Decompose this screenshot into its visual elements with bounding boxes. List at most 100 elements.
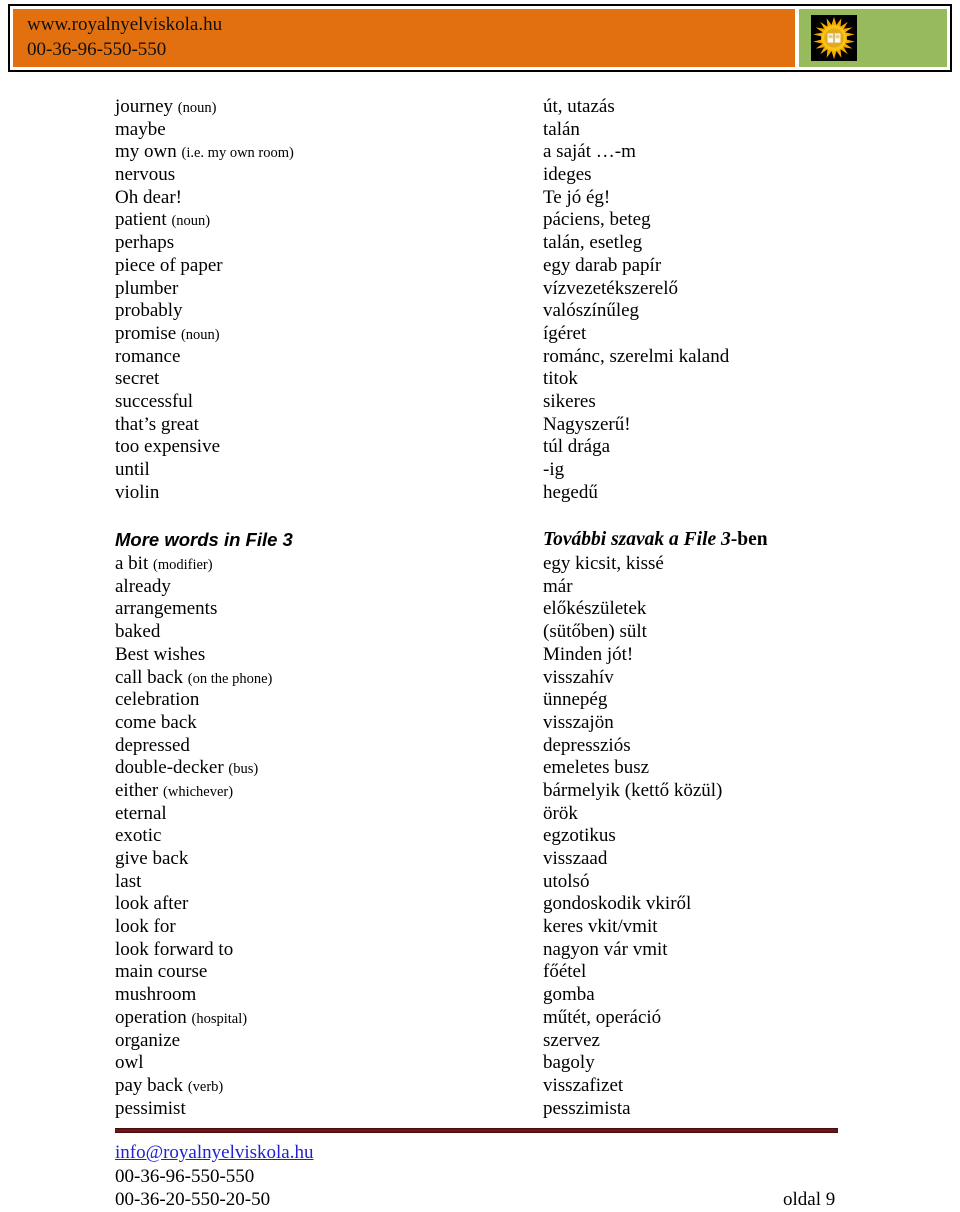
vocabulary-term-hungarian: túl drága — [543, 436, 611, 458]
vocabulary-term-english: arrangements — [115, 598, 217, 621]
vocabulary-term-english: already — [115, 576, 171, 599]
footer-phone-secondary: 00-36-20-550-20-50 — [115, 1189, 271, 1210]
vocabulary-row: journey (noun) út, utazás — [0, 96, 960, 119]
vocabulary-term-english-text: last — [115, 870, 142, 892]
vocabulary-term-hungarian: titok — [543, 368, 578, 390]
vocabulary-term-english: a bit (modifier) — [115, 553, 213, 577]
vocabulary-term-hungarian: már — [543, 575, 573, 597]
vocabulary-row: look for keres vkit/vmit — [0, 916, 960, 939]
vocabulary-row: successful sikeres — [0, 391, 960, 414]
vocabulary-term-english-text: owl — [115, 1052, 144, 1074]
vocabulary-term-english: main course — [115, 961, 207, 984]
vocabulary-term-english-text: already — [115, 575, 171, 597]
vocabulary-term-hungarian: bagoly — [543, 1052, 595, 1074]
vocabulary-term-english-text: pay back — [115, 1074, 184, 1096]
vocabulary-term-english: patient (noun) — [115, 209, 210, 233]
vocabulary-term-english-text: Best wishes — [115, 643, 206, 665]
vocabulary-term-annotation: (noun) — [180, 326, 220, 343]
vocabulary-row: romance románc, szerelmi kaland — [0, 346, 960, 369]
vocabulary-row: my own (i.e. my own room) a saját …-m — [0, 141, 960, 164]
vocabulary-term-hungarian: bármelyik (kettő közül) — [543, 779, 723, 801]
section-heading-hungarian-main: További szavak a File 3 — [543, 529, 731, 551]
vocabulary-term-hungarian: Minden jót! — [543, 643, 634, 665]
vocabulary-term-hungarian: Te jó ég! — [543, 186, 611, 208]
vocabulary-term-english: until — [115, 459, 150, 482]
vocabulary-term-hungarian: románc, szerelmi kaland — [543, 345, 730, 367]
vocabulary-term-hungarian: egy darab papír — [543, 254, 662, 276]
vocabulary-term-english: double-decker (bus) — [115, 757, 258, 781]
vocabulary-term-english: look after — [115, 893, 188, 916]
vocabulary-term-annotation: (hospital) — [191, 1010, 248, 1027]
vocabulary-term-annotation: (noun) — [171, 213, 211, 230]
sun-book-logo-icon — [811, 15, 857, 61]
vocabulary-term-hungarian: hegedű — [543, 481, 598, 503]
vocabulary-row: organize szervez — [0, 1030, 960, 1053]
vocabulary-term-hungarian: depressziós — [543, 734, 631, 756]
vocabulary-term-english: my own (i.e. my own room) — [115, 141, 294, 165]
vocabulary-row: main course főétel — [0, 961, 960, 984]
vocabulary-term-english-text: journey — [115, 96, 174, 117]
vocabulary-term-english: successful — [115, 391, 193, 414]
section-heading-english: More words in File 3 — [115, 529, 293, 551]
vocabulary-term-english-text: come back — [115, 711, 197, 733]
vocabulary-term-english-text: secret — [115, 368, 160, 390]
vocabulary-term-english: look for — [115, 916, 176, 939]
vocabulary-row: baked (sütőben) sült — [0, 621, 960, 644]
header-contact-panel: www.royalnyelviskola.hu 00-36-96-550-550 — [13, 9, 795, 67]
vocabulary-term-english-text: eternal — [115, 802, 167, 824]
vocabulary-row: too expensive túl drága — [0, 436, 960, 459]
footer-email-link[interactable]: info@royalnyelviskola.hu — [115, 1141, 314, 1165]
page-footer: info@royalnyelviskola.hu 00-36-96-550-55… — [0, 1122, 960, 1210]
vocabulary-term-english: eternal — [115, 803, 167, 826]
vocabulary-term-english-text: arrangements — [115, 598, 218, 620]
vocabulary-term-hungarian: valószínűleg — [543, 300, 640, 322]
vocabulary-term-english-text: either — [115, 779, 159, 801]
vocabulary-term-english-text: until — [115, 459, 150, 480]
vocabulary-row: Best wishes Minden jót! — [0, 644, 960, 667]
vocabulary-term-hungarian: visszaad — [543, 848, 608, 869]
vocabulary-row: probably valószínűleg — [0, 300, 960, 323]
header-website: www.royalnyelviskola.hu — [27, 14, 223, 35]
vocabulary-term-hungarian: talán, esetleg — [543, 232, 643, 254]
vocabulary-row: piece of paper egy darab papír — [0, 255, 960, 278]
vocabulary-term-annotation: (noun) — [177, 100, 217, 116]
vocabulary-term-hungarian: ígéret — [543, 322, 587, 344]
vocabulary-term-english-text: maybe — [115, 118, 166, 140]
vocabulary-row: look forward to nagyon vár vmit — [0, 939, 960, 962]
header-phone: 00-36-96-550-550 — [27, 39, 167, 60]
vocabulary-term-english-text: a bit — [115, 553, 149, 575]
vocabulary-term-english-text: look forward to — [115, 938, 234, 960]
vocabulary-term-hungarian: (sütőben) sült — [543, 621, 647, 643]
vocabulary-term-hungarian: előkészületek — [543, 598, 647, 620]
vocabulary-row: perhaps talán, esetleg — [0, 232, 960, 255]
vocabulary-term-hungarian: vízvezetékszerelő — [543, 277, 679, 299]
vocabulary-term-hungarian: gondoskodik vkiről — [543, 893, 692, 915]
vocabulary-term-hungarian: egy kicsit, kissé — [543, 553, 664, 575]
vocabulary-term-english: either (whichever) — [115, 780, 233, 804]
vocabulary-row: eternal örök — [0, 803, 960, 826]
vocabulary-term-hungarian: visszafizet — [543, 1074, 624, 1096]
vocabulary-term-english: Best wishes — [115, 644, 205, 667]
vocabulary-term-english: look forward to — [115, 939, 233, 962]
vocabulary-term-annotation: (whichever) — [163, 783, 234, 800]
vocabulary-term-hungarian: visszajön — [543, 711, 614, 733]
vocabulary-term-hungarian: nagyon vár vmit — [543, 938, 668, 960]
vocabulary-term-english-text: romance — [115, 345, 181, 367]
vocabulary-term-english: promise (noun) — [115, 323, 220, 347]
vocabulary-row: maybe talán — [0, 119, 960, 142]
vocabulary-term-english-text: give back — [115, 848, 189, 869]
vocabulary-term-english-text: too expensive — [115, 436, 221, 458]
vocabulary-term-english-text: look for — [115, 916, 176, 938]
vocabulary-term-hungarian: utolsó — [543, 870, 590, 892]
vocabulary-term-hungarian: műtét, operáció — [543, 1006, 662, 1028]
vocabulary-term-english: last — [115, 871, 141, 894]
vocabulary-row: promise (noun) ígéret — [0, 323, 960, 346]
vocabulary-term-english-text: exotic — [115, 825, 162, 847]
vocabulary-row: owl bagoly — [0, 1052, 960, 1075]
vocabulary-term-english-text: depressed — [115, 734, 190, 756]
vocabulary-term-english: plumber — [115, 278, 178, 301]
vocabulary-term-hungarian: sikeres — [543, 390, 596, 412]
vocabulary-term-hungarian: keres vkit/vmit — [543, 916, 658, 938]
vocabulary-term-english-text: nervous — [115, 164, 176, 186]
vocabulary-term-english-text: organize — [115, 1029, 181, 1051]
